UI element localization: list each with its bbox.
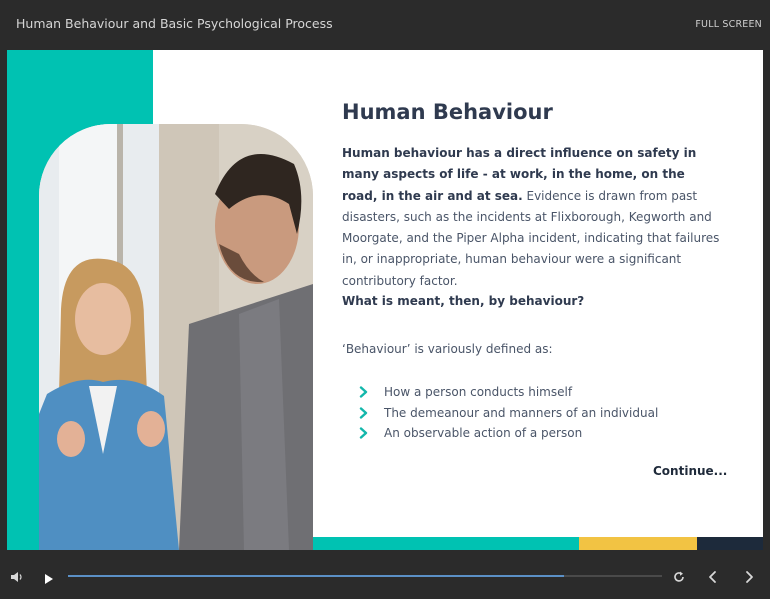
list-item-text: The demeanour and manners of an individu… [384, 405, 659, 420]
footer-bar-teal [313, 537, 579, 550]
volume-icon[interactable] [10, 569, 24, 588]
progress-bar[interactable] [68, 575, 662, 577]
chevron-right-icon [359, 427, 368, 439]
progress-fill [68, 575, 564, 577]
intro-paragraph: Human behaviour has a direct influence o… [342, 143, 720, 292]
slide-photo [39, 124, 313, 550]
continue-link[interactable]: Continue... [653, 464, 727, 478]
list-item-text: How a person conducts himself [384, 385, 573, 400]
list-item: An observable action of a person [358, 423, 658, 444]
top-bar: Human Behaviour and Basic Psychological … [0, 0, 770, 48]
footer-bar-navy [697, 537, 763, 550]
intro-body-text: Evidence is drawn from past disasters, s… [342, 188, 720, 288]
behaviour-question: What is meant, then, by behaviour? [342, 294, 585, 308]
next-icon[interactable] [743, 569, 755, 588]
slide-heading: Human Behaviour [342, 100, 553, 124]
replay-icon[interactable] [672, 569, 686, 588]
chevron-right-icon [359, 407, 368, 419]
previous-icon[interactable] [707, 569, 719, 588]
course-title: Human Behaviour and Basic Psychological … [16, 16, 333, 31]
business-conversation-illustration [39, 124, 313, 550]
fullscreen-button[interactable]: FULL SCREEN [695, 19, 762, 30]
footer-bar-yellow [579, 537, 697, 550]
list-item: How a person conducts himself [358, 382, 658, 403]
list-item: The demeanour and manners of an individu… [358, 403, 658, 424]
slide-footer-bar [313, 537, 763, 550]
chevron-right-icon [359, 386, 368, 398]
definition-list: How a person conducts himself The demean… [358, 382, 658, 444]
definition-intro: ‘Behaviour’ is variously defined as: [342, 342, 553, 356]
play-icon[interactable] [43, 570, 55, 589]
list-item-text: An observable action of a person [384, 426, 583, 441]
